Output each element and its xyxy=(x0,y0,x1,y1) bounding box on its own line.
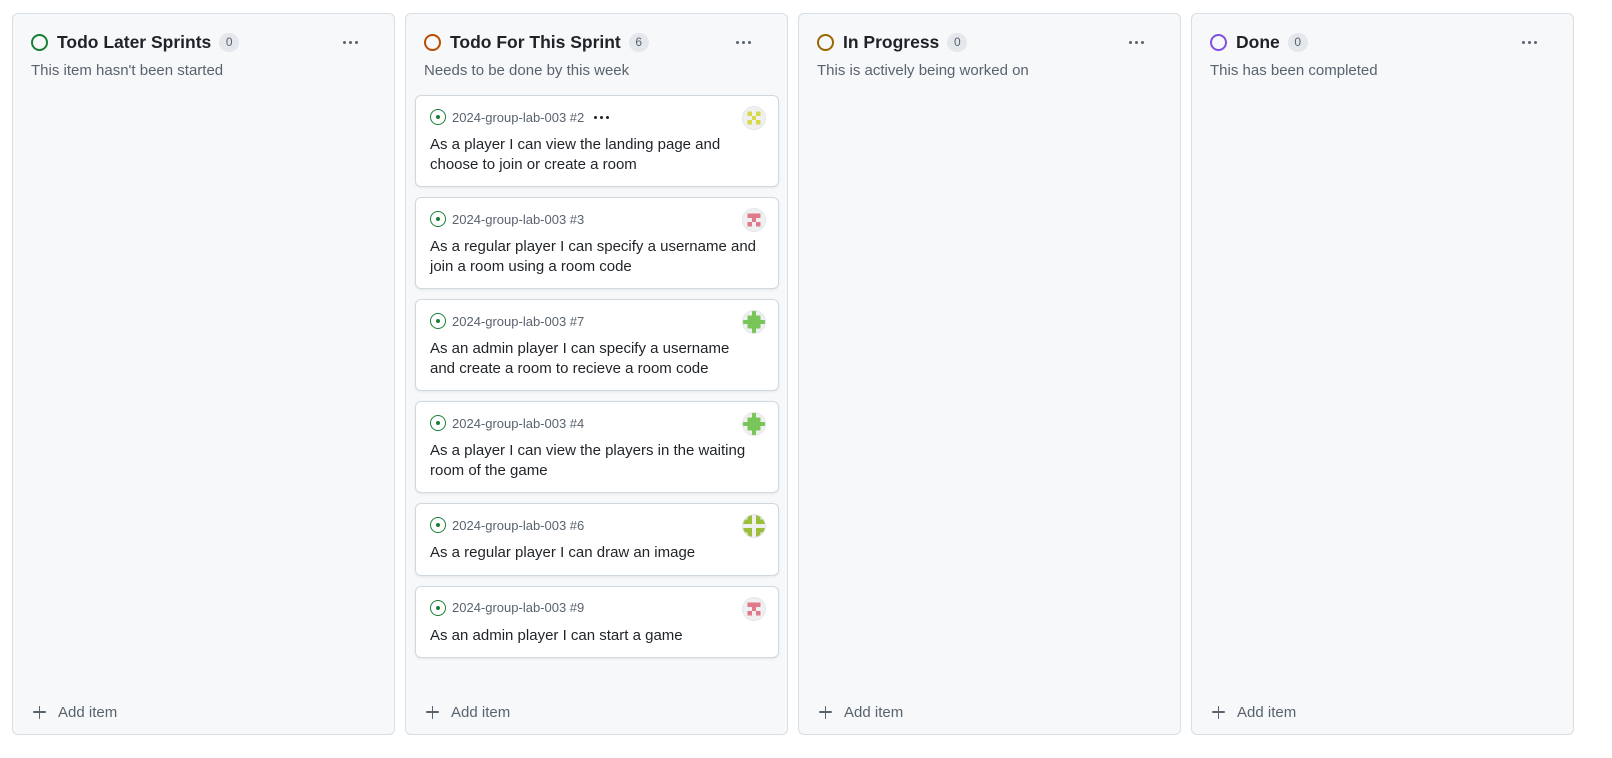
column-description: Needs to be done by this week xyxy=(424,62,630,79)
column-description: This is actively being worked on xyxy=(817,62,1029,79)
card-title[interactable]: As a player I can view the players in th… xyxy=(430,441,765,480)
issue-opened-icon xyxy=(430,109,446,125)
add-item-label: Add item xyxy=(451,703,511,721)
card-meta: 2024-group-lab-003 #7 xyxy=(430,312,765,330)
item-count-badge: 0 xyxy=(219,32,240,52)
item-count-badge: 0 xyxy=(1287,32,1308,52)
plus-icon xyxy=(1212,705,1225,719)
status-circle-icon xyxy=(817,33,834,51)
add-item-label: Add item xyxy=(1237,703,1297,721)
column-title: Todo Later Sprints xyxy=(57,31,212,52)
item-count-badge: 6 xyxy=(628,32,649,52)
add-item-button[interactable]: Add item xyxy=(1212,702,1296,722)
column-more-options-button[interactable] xyxy=(1122,30,1150,54)
item-count-badge: 0 xyxy=(947,32,968,52)
project-board: Todo Later Sprints 0 This item hasn't be… xyxy=(12,13,1574,735)
plus-icon xyxy=(819,705,832,719)
issue-card[interactable]: 2024-group-lab-003 #7 As an admin player… xyxy=(415,299,779,391)
issue-reference[interactable]: 2024-group-lab-003 #7 xyxy=(452,314,584,329)
add-item-label: Add item xyxy=(844,703,904,721)
column-todo-later-sprints: Todo Later Sprints 0 This item hasn't be… xyxy=(12,13,395,735)
column-header: In Progress 0 xyxy=(817,30,1166,54)
add-item-label: Add item xyxy=(58,703,118,721)
issue-card[interactable]: 2024-group-lab-003 #4 As a player I can … xyxy=(415,401,779,493)
assignee-avatar[interactable] xyxy=(742,208,766,232)
status-circle-icon xyxy=(1210,33,1227,51)
column-in-progress: In Progress 0 This is actively being wor… xyxy=(798,13,1181,735)
issue-reference[interactable]: 2024-group-lab-003 #6 xyxy=(452,518,584,533)
column-header: Todo Later Sprints 0 xyxy=(31,30,380,54)
column-title: In Progress xyxy=(843,31,940,52)
issue-opened-icon xyxy=(430,415,446,431)
card-title[interactable]: As a regular player I can draw an image xyxy=(430,543,765,563)
card-meta: 2024-group-lab-003 #4 xyxy=(430,414,765,432)
card-more-options-button[interactable] xyxy=(594,115,610,119)
add-item-button[interactable]: Add item xyxy=(426,702,510,722)
column-description: This has been completed xyxy=(1210,62,1378,79)
plus-icon xyxy=(33,705,46,719)
column-title: Done xyxy=(1236,31,1280,52)
card-title[interactable]: As a regular player I can specify a user… xyxy=(430,237,765,276)
plus-icon xyxy=(426,705,439,719)
card-title[interactable]: As an admin player I can specify a usern… xyxy=(430,339,765,378)
issue-opened-icon xyxy=(430,211,446,227)
card-meta: 2024-group-lab-003 #6 xyxy=(430,516,765,534)
status-circle-icon xyxy=(424,33,441,51)
status-circle-icon xyxy=(31,33,48,51)
column-todo-for-this-sprint: Todo For This Sprint 6 Needs to be done … xyxy=(405,13,788,735)
issue-reference[interactable]: 2024-group-lab-003 #9 xyxy=(452,600,584,615)
issue-reference[interactable]: 2024-group-lab-003 #3 xyxy=(452,212,584,227)
card-title[interactable]: As an admin player I can start a game xyxy=(430,626,765,646)
column-more-options-button[interactable] xyxy=(336,30,364,54)
issue-opened-icon xyxy=(430,313,446,329)
column-title: Todo For This Sprint xyxy=(450,31,621,52)
add-item-button[interactable]: Add item xyxy=(819,702,903,722)
card-title[interactable]: As a player I can view the landing page … xyxy=(430,135,765,174)
issue-opened-icon xyxy=(430,599,446,616)
issue-card[interactable]: 2024-group-lab-003 #6 As a regular playe… xyxy=(415,503,779,576)
issue-reference[interactable]: 2024-group-lab-003 #4 xyxy=(452,416,584,431)
column-more-options-button[interactable] xyxy=(729,30,757,54)
card-list: 2024-group-lab-003 #2 As a player I can … xyxy=(415,95,779,668)
assignee-avatar[interactable] xyxy=(742,596,766,621)
assignee-avatar[interactable] xyxy=(742,412,766,436)
issue-card[interactable]: 2024-group-lab-003 #2 As a player I can … xyxy=(415,95,779,187)
column-more-options-button[interactable] xyxy=(1515,30,1543,54)
column-header: Todo For This Sprint 6 xyxy=(424,30,773,54)
column-description: This item hasn't been started xyxy=(31,62,224,79)
issue-card[interactable]: 2024-group-lab-003 #9 As an admin player… xyxy=(415,585,779,658)
add-item-button[interactable]: Add item xyxy=(33,702,117,722)
issue-reference[interactable]: 2024-group-lab-003 #2 xyxy=(452,110,584,125)
issue-opened-icon xyxy=(430,517,446,533)
card-meta: 2024-group-lab-003 #9 xyxy=(430,599,765,617)
assignee-avatar[interactable] xyxy=(742,514,766,538)
issue-card[interactable]: 2024-group-lab-003 #3 As a regular playe… xyxy=(415,197,779,289)
card-meta: 2024-group-lab-003 #2 xyxy=(430,108,765,126)
assignee-avatar[interactable] xyxy=(742,106,766,130)
assignee-avatar[interactable] xyxy=(742,310,766,334)
card-meta: 2024-group-lab-003 #3 xyxy=(430,210,765,228)
column-done: Done 0 This has been completed Add item xyxy=(1191,13,1574,735)
column-header: Done 0 xyxy=(1210,30,1559,54)
